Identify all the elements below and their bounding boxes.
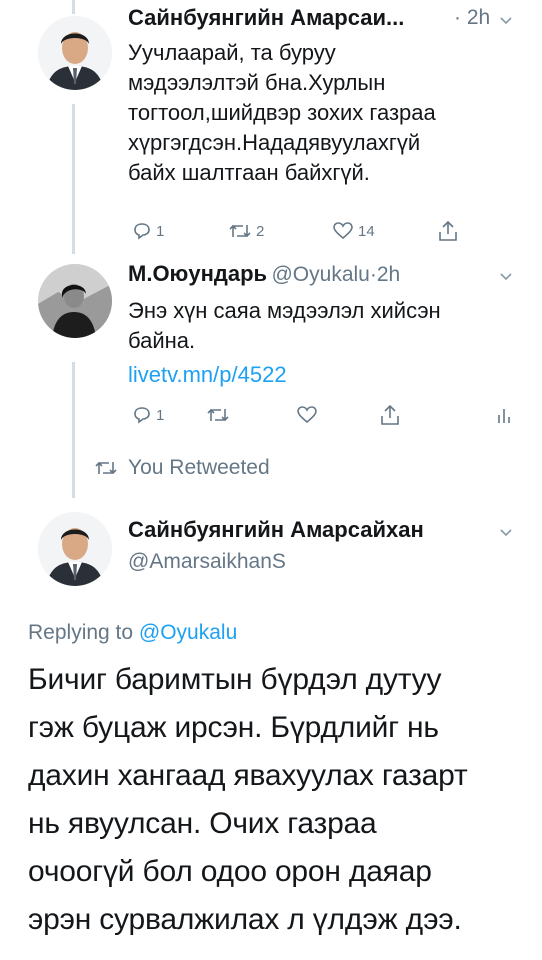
tweet-2-separator: ·	[369, 263, 377, 286]
like-button[interactable]: 14	[332, 222, 375, 240]
retweet-notice-text: You Retweeted	[128, 456, 270, 479]
replying-to-prefix: Replying to	[28, 621, 134, 644]
main-tweet-line: нь явуулсан. Очих газраа	[28, 807, 377, 840]
reply-button[interactable]: 1	[132, 406, 164, 424]
tweet-1-separator: ·	[454, 6, 461, 29]
avatar-oyukalu[interactable]	[38, 264, 112, 338]
main-tweet-line: гэж буцаж ирсэн. Бүрдлийг нь	[28, 711, 439, 744]
analytics-button[interactable]	[496, 406, 512, 424]
like-icon	[297, 406, 317, 424]
tweet-1-author-name[interactable]: Сайнбуянгийн Амарсаи...	[128, 4, 404, 32]
reply-button[interactable]: 1	[132, 222, 164, 240]
retweet-button[interactable]	[206, 406, 230, 424]
retweet-button[interactable]: 2	[228, 222, 264, 240]
retweet-notice: You Retweeted	[94, 456, 270, 480]
tweet-2-header: М.Оюундарь @Oyukalu·2h	[128, 260, 400, 291]
main-tweet-line: очоогүй бол одоо орон даяар	[28, 855, 432, 888]
chevron-down-icon[interactable]	[500, 270, 512, 282]
chevron-down-icon[interactable]	[500, 14, 512, 26]
tweet-2-line: Энэ хүн саяа мэдээлэл хийсэн	[128, 298, 441, 323]
tweet-1-time[interactable]: 2h	[467, 6, 490, 29]
share-button[interactable]	[380, 404, 400, 426]
tweet-2-author-name[interactable]: М.Оюундарь	[128, 261, 267, 286]
tweet-1-line: мэдээлэлтэй бна.Хурлын	[128, 70, 386, 95]
like-count: 14	[358, 222, 375, 240]
reply-icon	[134, 223, 150, 240]
thread-line-1	[72, 104, 75, 254]
tweet-1-line: байх шалтгаан байхгүй.	[128, 160, 370, 185]
avatar-image	[38, 16, 112, 90]
replying-to-handle[interactable]: @Oyukalu	[139, 621, 237, 644]
main-tweet-author-name[interactable]: Сайнбуянгийн Амарсайхан	[128, 516, 424, 544]
main-tweet-text: Бичиг баримтын бүрдэл дутуу гэж буцаж ир…	[28, 656, 528, 944]
share-icon	[439, 220, 457, 241]
tweet-2-text: Энэ хүн саяа мэдээлэл хийсэн байна. live…	[128, 296, 528, 390]
thread-line-top	[72, 0, 75, 14]
tweet-1-line: Уучлаарай, та буруу	[128, 40, 336, 65]
retweet-icon	[207, 408, 229, 422]
tweet-2-handle[interactable]: @Oyukalu	[271, 263, 369, 286]
tweet-2-line: байна.	[128, 328, 196, 353]
main-tweet-line: эрэн сурвалжилах л үлдэж дээ.	[28, 903, 462, 936]
avatar-amarsaikhan[interactable]	[38, 16, 112, 90]
tweet-2-link[interactable]: livetv.mn/p/4522	[128, 360, 528, 390]
reply-count: 1	[156, 222, 165, 240]
tweet-1-meta: · 2h	[454, 4, 490, 32]
main-tweet-line: Бичиг баримтын бүрдэл дутуу	[28, 663, 442, 696]
thread-line-2	[72, 362, 75, 498]
like-button[interactable]	[296, 406, 318, 424]
avatar-image	[38, 264, 112, 338]
reply-icon	[134, 407, 150, 424]
tweet-1-line: хүргэгдсэн.Нададявуулахгүй	[128, 130, 421, 155]
main-tweet-line: дахин хангаад явахуулах газарт	[28, 759, 468, 792]
tweet-1-text: Уучлаарай, та буруу мэдээлэлтэй бна.Хурл…	[128, 38, 528, 188]
retweet-icon	[95, 461, 117, 475]
retweet-icon	[229, 224, 251, 238]
reply-count: 1	[156, 406, 165, 424]
tweet-2-time[interactable]: 2h	[377, 263, 400, 286]
chevron-down-icon[interactable]	[500, 526, 512, 538]
share-button[interactable]	[438, 220, 458, 242]
replying-to: Replying to @Oyukalu	[28, 618, 237, 648]
share-icon	[381, 404, 399, 425]
tweet-1-line: тогтоол,шийдвэр зохих газраа	[128, 100, 436, 125]
retweet-count: 2	[256, 222, 265, 240]
main-tweet-handle[interactable]: @AmarsaikhanS	[128, 548, 286, 576]
avatar-amarsaikhan[interactable]	[38, 512, 112, 586]
analytics-icon	[498, 409, 510, 423]
like-icon	[333, 222, 353, 240]
avatar-image	[38, 512, 112, 586]
